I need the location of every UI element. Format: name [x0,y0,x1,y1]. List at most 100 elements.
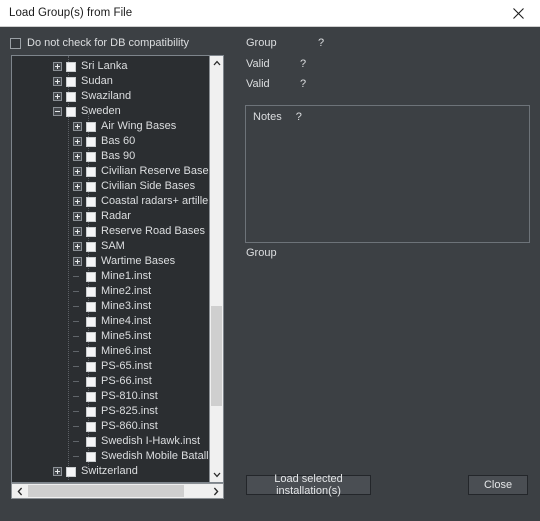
tree-item-checkbox[interactable] [86,271,96,282]
tree-item[interactable]: Mine4.inst [12,314,209,329]
chevron-up-icon [213,60,220,66]
tree-item[interactable]: Coastal radars+ artillery [12,194,209,209]
tree-item-checkbox[interactable] [86,256,96,267]
db-compatibility-checkbox[interactable] [10,37,21,49]
expand-icon[interactable] [53,77,62,86]
tree-horizontal-scroll-thumb[interactable] [28,485,184,497]
tree-item-checkbox[interactable] [66,91,76,102]
tree-item-checkbox[interactable] [86,331,96,342]
db-compatibility-checkbox-row[interactable]: Do not check for DB compatibility [10,37,189,49]
load-selected-installations-button[interactable]: Load selected installation(s) [246,473,371,497]
chevron-right-icon [213,487,218,495]
tree-item-checkbox[interactable] [86,361,96,372]
tree-item-checkbox[interactable] [86,286,96,297]
tree-item-checkbox[interactable] [86,436,96,447]
tree-vertical-scrollbar[interactable] [209,56,223,482]
tree-item-checkbox[interactable] [86,316,96,327]
tree-item-checkbox[interactable] [86,151,96,162]
valid-field-value-2: ? [300,78,307,90]
notes-header: Notes ? [253,111,302,123]
tree-item[interactable]: Sri Lanka [12,59,209,74]
tree-item[interactable]: PS-810.inst [12,389,209,404]
tree-item-checkbox[interactable] [86,241,96,252]
tree-item-checkbox[interactable] [86,226,96,237]
tree-item[interactable]: Sudan [12,74,209,89]
expand-icon[interactable] [73,197,82,206]
close-button[interactable]: Close [468,475,528,495]
tree-item[interactable]: Mine5.inst [12,329,209,344]
tree-item-checkbox[interactable] [86,196,96,207]
tree-item[interactable]: Reserve Road Bases [12,224,209,239]
tree-item[interactable]: Sweden [12,104,209,119]
tree-vertical-scroll-thumb[interactable] [211,306,222,406]
valid-field-row-1: Valid ? [246,58,306,70]
expand-icon[interactable] [73,227,82,236]
tree-item-checkbox[interactable] [86,181,96,192]
tree-item-checkbox[interactable] [86,391,96,402]
expand-icon[interactable] [73,137,82,146]
tree-item-checkbox[interactable] [66,76,76,87]
expand-icon[interactable] [53,467,62,476]
expand-icon[interactable] [73,257,82,266]
tree-item[interactable]: Switzerland [12,464,209,479]
expand-icon[interactable] [73,122,82,131]
tree-item[interactable]: Mine2.inst [12,284,209,299]
expand-icon[interactable] [53,62,62,71]
tree-item[interactable]: Mine3.inst [12,299,209,314]
tree-item[interactable]: PS-65.inst [12,359,209,374]
tree-item-checkbox[interactable] [66,466,76,477]
tree-item-checkbox[interactable] [86,421,96,432]
tree-item-checkbox[interactable] [86,301,96,312]
tree-item[interactable]: Radar [12,209,209,224]
expand-icon[interactable] [53,92,62,101]
tree-item-checkbox[interactable] [86,211,96,222]
tree-item-label: Swaziland [81,90,132,102]
tree-item[interactable]: Wartime Bases [12,254,209,269]
expand-icon[interactable] [73,167,82,176]
collapse-icon[interactable] [53,107,62,116]
tree-item-checkbox[interactable] [86,121,96,132]
notes-box[interactable]: Notes ? [245,105,530,243]
tree-item[interactable]: Civilian Side Bases [12,179,209,194]
close-window-button[interactable] [496,0,540,26]
tree-item-label: Switzerland [81,465,138,477]
tree-item[interactable]: Swedish I-Hawk.inst [12,434,209,449]
tree-item-checkbox[interactable] [66,61,76,72]
tree-item[interactable]: Bas 90 [12,149,209,164]
tree-item-checkbox[interactable] [86,406,96,417]
tree-item-checkbox[interactable] [86,451,96,462]
tree-item[interactable]: SAM [12,239,209,254]
tree-item[interactable]: Swaziland [12,89,209,104]
tree-item[interactable]: PS-825.inst [12,404,209,419]
tree-item[interactable]: PS-860.inst [12,419,209,434]
tree-item-checkbox[interactable] [86,376,96,387]
tree-item[interactable]: Air Wing Bases [12,119,209,134]
scroll-up-button[interactable] [210,56,223,70]
expand-icon[interactable] [73,242,82,251]
tree-item[interactable]: PS-66.inst [12,374,209,389]
tree-item[interactable]: Civilian Reserve Bases [12,164,209,179]
expand-icon[interactable] [73,182,82,191]
tree-leaf-connector [73,377,82,386]
window-title: Load Group(s) from File [9,7,133,19]
tree-item-label: Bas 90 [101,150,136,162]
tree-item-label: Radar [101,210,131,222]
scroll-right-button[interactable] [208,484,223,498]
tree-item[interactable]: Mine6.inst [12,344,209,359]
notes-label: Notes [253,111,282,123]
installation-tree-panel[interactable]: Sri Lanka Sudan Swaziland Sweden Air Wing Ba… [11,55,224,483]
tree-item-checkbox[interactable] [86,166,96,177]
tree-item[interactable]: Swedish Mobile Batallions.ins [12,449,209,464]
tree-item-checkbox[interactable] [66,106,76,117]
tree-item[interactable]: Mine1.inst [12,269,209,284]
tree-item-checkbox[interactable] [86,346,96,357]
scroll-left-button[interactable] [12,484,27,498]
scroll-down-button[interactable] [210,468,223,482]
expand-icon[interactable] [73,152,82,161]
expand-icon[interactable] [73,212,82,221]
tree-scroll-viewport: Sri Lanka Sudan Swaziland Sweden Air Wing Ba… [12,56,209,482]
tree-horizontal-scrollbar[interactable] [11,483,224,499]
tree-item-label: Bas 60 [101,135,136,147]
tree-item[interactable]: Bas 60 [12,134,209,149]
tree-item-checkbox[interactable] [86,136,96,147]
